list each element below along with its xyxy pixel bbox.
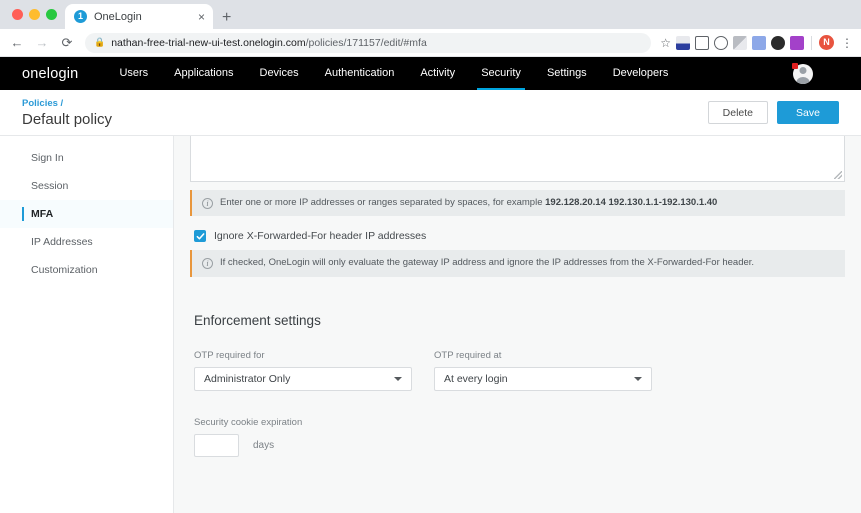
otp-required-for-select[interactable]: Administrator Only (194, 366, 412, 391)
security-cookie-field: Security cookie expiration days (190, 417, 845, 457)
url-path: /policies/171157/edit/#mfa (305, 36, 427, 49)
nav-item-users[interactable]: Users (106, 57, 161, 90)
sidebar-item-sign-in[interactable]: Sign In (0, 144, 173, 172)
breadcrumb: Policies / Default policy (22, 98, 708, 128)
address-bar[interactable]: 🔒 nathan-free-trial-new-ui-test.onelogin… (85, 32, 652, 53)
purple-extension-icon[interactable] (790, 35, 804, 50)
otp-required-for-value: Administrator Only (204, 372, 291, 385)
save-button[interactable]: Save (777, 101, 839, 124)
close-window-button[interactable] (12, 9, 23, 20)
info-icon: i (202, 197, 213, 209)
flag-extension-icon[interactable] (733, 35, 747, 50)
close-tab-icon[interactable]: × (196, 11, 207, 23)
days-unit-label: days (253, 439, 275, 451)
ignore-xff-checkbox[interactable] (194, 230, 206, 243)
chevron-down-icon (634, 376, 642, 381)
bookmark-star-icon[interactable]: ☆ (660, 36, 671, 50)
nav-item-applications[interactable]: Applications (161, 57, 246, 90)
sidebar-item-session[interactable]: Session (0, 172, 173, 200)
page-body: Sign In Session MFA IP Addresses Customi… (0, 136, 861, 513)
security-cookie-input[interactable] (194, 433, 239, 457)
translate-extension-icon[interactable] (752, 35, 766, 50)
nav-item-authentication[interactable]: Authentication (312, 57, 408, 90)
browser-window: 1 OneLogin × + ← → ⟳ 🔒 nathan-free-trial… (0, 0, 861, 513)
breadcrumb-policies-link[interactable]: Policies / (22, 98, 708, 109)
checkmark-icon (196, 233, 204, 240)
otp-fields-row: OTP required for Administrator Only OTP … (190, 350, 845, 391)
otp-required-for-label: OTP required for (194, 349, 265, 361)
ignore-xff-label: Ignore X-Forwarded-For header IP address… (214, 230, 427, 243)
nav-item-security[interactable]: Security (468, 57, 534, 90)
user-avatar-button[interactable] (792, 62, 813, 84)
security-cookie-label: Security cookie expiration (194, 416, 303, 428)
globe-extension-icon[interactable] (771, 35, 785, 50)
ip-format-info-banner: i Enter one or more IP addresses or rang… (190, 190, 845, 217)
nav-item-developers[interactable]: Developers (600, 57, 682, 90)
security-cookie-input-row: days (194, 433, 845, 457)
browser-tab[interactable]: 1 OneLogin × (65, 4, 213, 29)
otp-required-at-field: OTP required at At every login (434, 350, 652, 391)
forward-icon[interactable]: → (31, 35, 53, 50)
onelogin-app: onelogin Users Applications Devices Auth… (0, 57, 861, 513)
chevron-down-icon (394, 376, 402, 381)
policy-sidebar: Sign In Session MFA IP Addresses Customi… (0, 136, 174, 513)
maximize-window-button[interactable] (46, 9, 57, 20)
page-title: Default policy (22, 110, 113, 128)
info-circle-icon[interactable] (714, 35, 728, 50)
sidebar-item-customization[interactable]: Customization (0, 256, 173, 284)
main-navigation: onelogin Users Applications Devices Auth… (0, 57, 861, 90)
split-view-icon[interactable] (695, 35, 709, 50)
url-text: nathan-free-trial-new-ui-test.onelogin.c… (111, 37, 427, 49)
minimize-window-button[interactable] (29, 9, 40, 20)
xff-info-banner: i If checked, OneLogin will only evaluat… (190, 250, 845, 277)
browser-menu-icon[interactable]: ⋮ (839, 36, 855, 50)
ignore-xff-checkbox-row[interactable]: Ignore X-Forwarded-For header IP address… (190, 230, 845, 243)
ip-format-info-text: Enter one or more IP addresses or ranges… (220, 197, 717, 209)
sidebar-item-mfa[interactable]: MFA (0, 200, 173, 228)
page-header-actions: Delete Save (707, 101, 839, 124)
browser-toolbar: ← → ⟳ 🔒 nathan-free-trial-new-ui-test.on… (0, 29, 861, 57)
page-header: Policies / Default policy Delete Save (0, 90, 861, 136)
lock-icon: 🔒 (94, 37, 106, 47)
back-icon[interactable]: ← (6, 35, 28, 50)
info-icon: i (202, 258, 213, 270)
otp-required-for-field: OTP required for Administrator Only (194, 350, 412, 391)
reload-icon[interactable]: ⟳ (56, 35, 78, 51)
ip-format-info-prefix: Enter one or more IP addresses or ranges… (220, 197, 546, 208)
onelogin-favicon-icon: 1 (74, 10, 87, 23)
profile-avatar[interactable]: N (819, 35, 834, 50)
nav-item-devices[interactable]: Devices (247, 57, 312, 90)
new-tab-button[interactable]: + (222, 10, 231, 26)
tab-title: OneLogin (94, 10, 142, 23)
otp-required-at-label: OTP required at (434, 349, 502, 361)
toolbar-divider (811, 35, 812, 50)
sidebar-item-ip-addresses[interactable]: IP Addresses (0, 228, 173, 256)
resize-handle-icon[interactable] (834, 171, 842, 179)
policy-content: i Enter one or more IP addresses or rang… (174, 136, 861, 513)
browser-tab-strip: 1 OneLogin × + (0, 0, 861, 29)
nav-item-activity[interactable]: Activity (407, 57, 468, 90)
toolbar-extension-icons: ☆ N ⋮ (658, 35, 855, 50)
santa-extension-icon[interactable] (676, 35, 690, 50)
enforcement-settings-heading: Enforcement settings (194, 312, 321, 328)
window-traffic-lights (8, 0, 65, 29)
nav-item-settings[interactable]: Settings (534, 57, 600, 90)
otp-required-at-select[interactable]: At every login (434, 366, 652, 391)
otp-required-at-value: At every login (444, 372, 508, 385)
xff-info-text: If checked, OneLogin will only evaluate … (220, 257, 755, 269)
ip-format-examples: 192.128.20.14 192.130.1.1-192.130.1.40 (545, 197, 718, 208)
onelogin-logo[interactable]: onelogin (22, 66, 78, 82)
ip-addresses-textarea[interactable] (190, 136, 845, 182)
delete-button[interactable]: Delete (707, 101, 768, 124)
url-host: nathan-free-trial-new-ui-test.onelogin.c… (111, 36, 306, 49)
notification-badge-icon (792, 62, 798, 69)
